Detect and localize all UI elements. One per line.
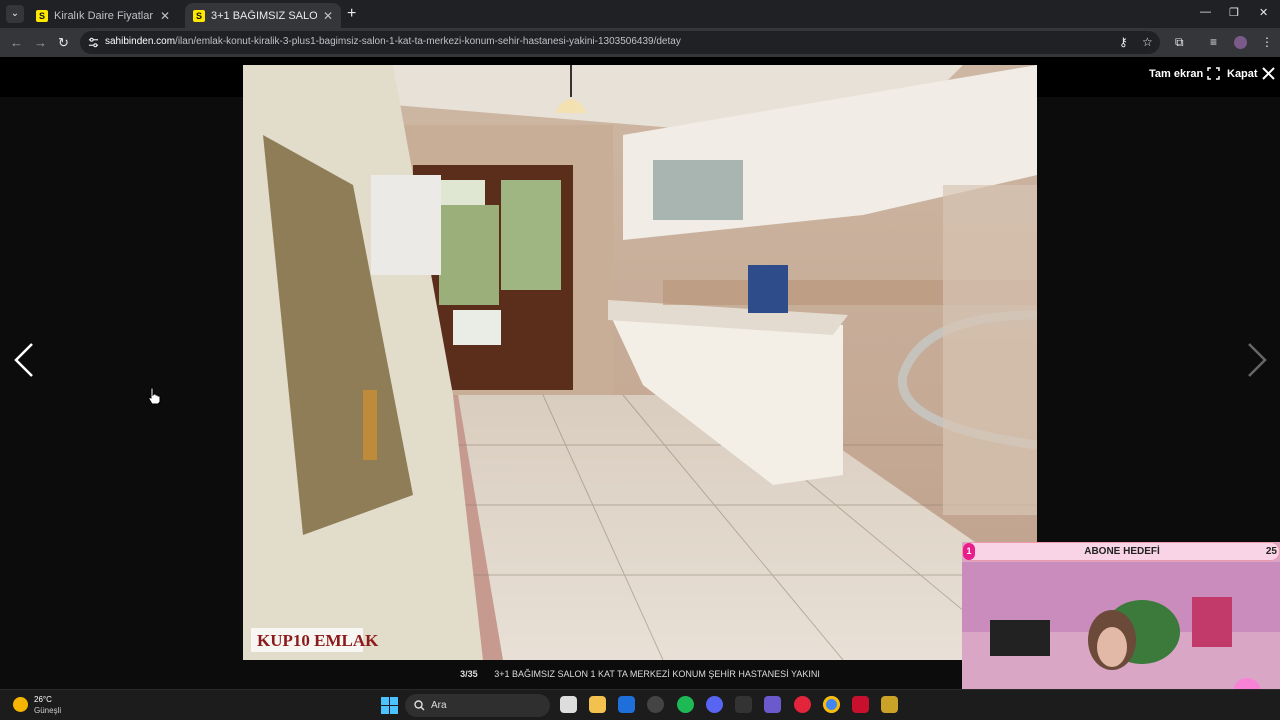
tab-strip: ⌄ S Kiralık Daire Fiyatları ve Kiralık E… <box>0 0 1280 28</box>
forward-icon[interactable]: → <box>34 35 47 50</box>
tab-search-icon[interactable]: ⌄ <box>6 5 24 23</box>
game-launcher-icon[interactable] <box>881 696 898 713</box>
reload-icon[interactable]: ↻ <box>58 35 69 51</box>
media-control-icon[interactable]: ≡ <box>1210 35 1217 49</box>
task-view-icon[interactable] <box>560 696 577 713</box>
obs-icon[interactable] <box>647 696 664 713</box>
tab-kiralik-daire[interactable]: S Kiralık Daire Fiyatları ve Kiralık E ✕ <box>28 3 178 28</box>
close-icon <box>1261 67 1275 80</box>
caption-text: 3+1 BAĞIMSIZ SALON 1 KAT TA MERKEZİ KONU… <box>494 669 820 679</box>
close-viewer-button[interactable]: Kapat <box>1227 67 1275 80</box>
taskbar: 26°C Güneşli Ara <box>0 689 1280 720</box>
file-explorer-icon[interactable] <box>589 696 606 713</box>
fullscreen-button[interactable]: Tam ekran <box>1149 67 1220 80</box>
close-icon[interactable]: ✕ <box>323 9 333 23</box>
listing-photo: KUP10 EMLAK <box>243 65 1037 660</box>
app-icon[interactable] <box>735 696 752 713</box>
app-red-icon[interactable] <box>852 696 869 713</box>
mail-icon[interactable] <box>618 696 635 713</box>
bookmark-star-icon[interactable]: ☆ <box>1142 35 1153 49</box>
taskbar-search[interactable]: Ara <box>405 694 550 717</box>
minimize-icon[interactable]: — <box>1200 6 1211 18</box>
weather-temperature[interactable]: 26°C <box>34 695 52 704</box>
back-icon[interactable]: ← <box>10 35 23 50</box>
site-info-icon[interactable] <box>88 37 99 48</box>
url-path: /ilan/emlak-konut-kiralik-3-plus1-bagims… <box>175 36 681 47</box>
weather-condition[interactable]: Güneşli <box>34 706 61 715</box>
sahibinden-favicon-icon: S <box>36 9 48 22</box>
window-close-icon[interactable]: ✕ <box>1259 6 1268 19</box>
hand-cursor-icon <box>148 387 161 405</box>
restore-icon[interactable]: ❐ <box>1229 6 1239 19</box>
next-photo-icon[interactable] <box>1241 342 1271 378</box>
previous-photo-icon[interactable] <box>10 342 40 378</box>
goal-target: 25 <box>1265 546 1277 557</box>
url-text: sahibinden.com/ilan/emlak-konut-kiralik-… <box>105 36 681 47</box>
extensions-icon[interactable]: ⧉ <box>1175 35 1184 50</box>
close-icon[interactable]: ✕ <box>160 9 170 23</box>
password-key-icon[interactable]: ⚷ <box>1119 35 1128 49</box>
new-tab-icon[interactable]: + <box>347 5 356 23</box>
fullscreen-icon <box>1207 67 1220 80</box>
tab-title: Kiralık Daire Fiyatları ve Kiralık E <box>54 9 154 22</box>
subscriber-goal-bar: 1 ABONE HEDEFİ 25 <box>962 542 1280 561</box>
menu-kebab-icon[interactable]: ⋮ <box>1261 35 1273 49</box>
grid-app-icon[interactable] <box>764 696 781 713</box>
photo-counter: 3/35 <box>460 669 478 679</box>
close-label: Kapat <box>1227 67 1258 80</box>
opera-icon[interactable] <box>794 696 811 713</box>
tab-title: 3+1 BAĞIMSIZ SALON 1 KAT TA <box>211 9 317 22</box>
search-icon <box>414 700 425 711</box>
address-bar[interactable]: sahibinden.com/ilan/emlak-konut-kiralik-… <box>80 31 1160 54</box>
fullscreen-label: Tam ekran <box>1149 67 1204 80</box>
tab-listing[interactable]: S 3+1 BAĞIMSIZ SALON 1 KAT TA ✕ <box>185 3 341 28</box>
browser-toolbar: ← → ↻ sahibinden.com/ilan/emlak-konut-ki… <box>0 28 1280 57</box>
spotify-icon[interactable] <box>677 696 694 713</box>
discord-icon[interactable] <box>706 696 723 713</box>
profile-avatar[interactable] <box>1234 36 1247 49</box>
search-placeholder: Ara <box>431 700 447 711</box>
chrome-icon[interactable] <box>823 696 840 713</box>
sahibinden-favicon-icon: S <box>193 9 205 22</box>
watermark-text: KUP10 EMLAK <box>257 631 379 650</box>
url-host: sahibinden.com <box>105 36 176 47</box>
goal-title: ABONE HEDEFİ <box>1084 546 1160 557</box>
windows-start-icon[interactable] <box>381 697 398 714</box>
sun-icon[interactable] <box>13 697 28 712</box>
